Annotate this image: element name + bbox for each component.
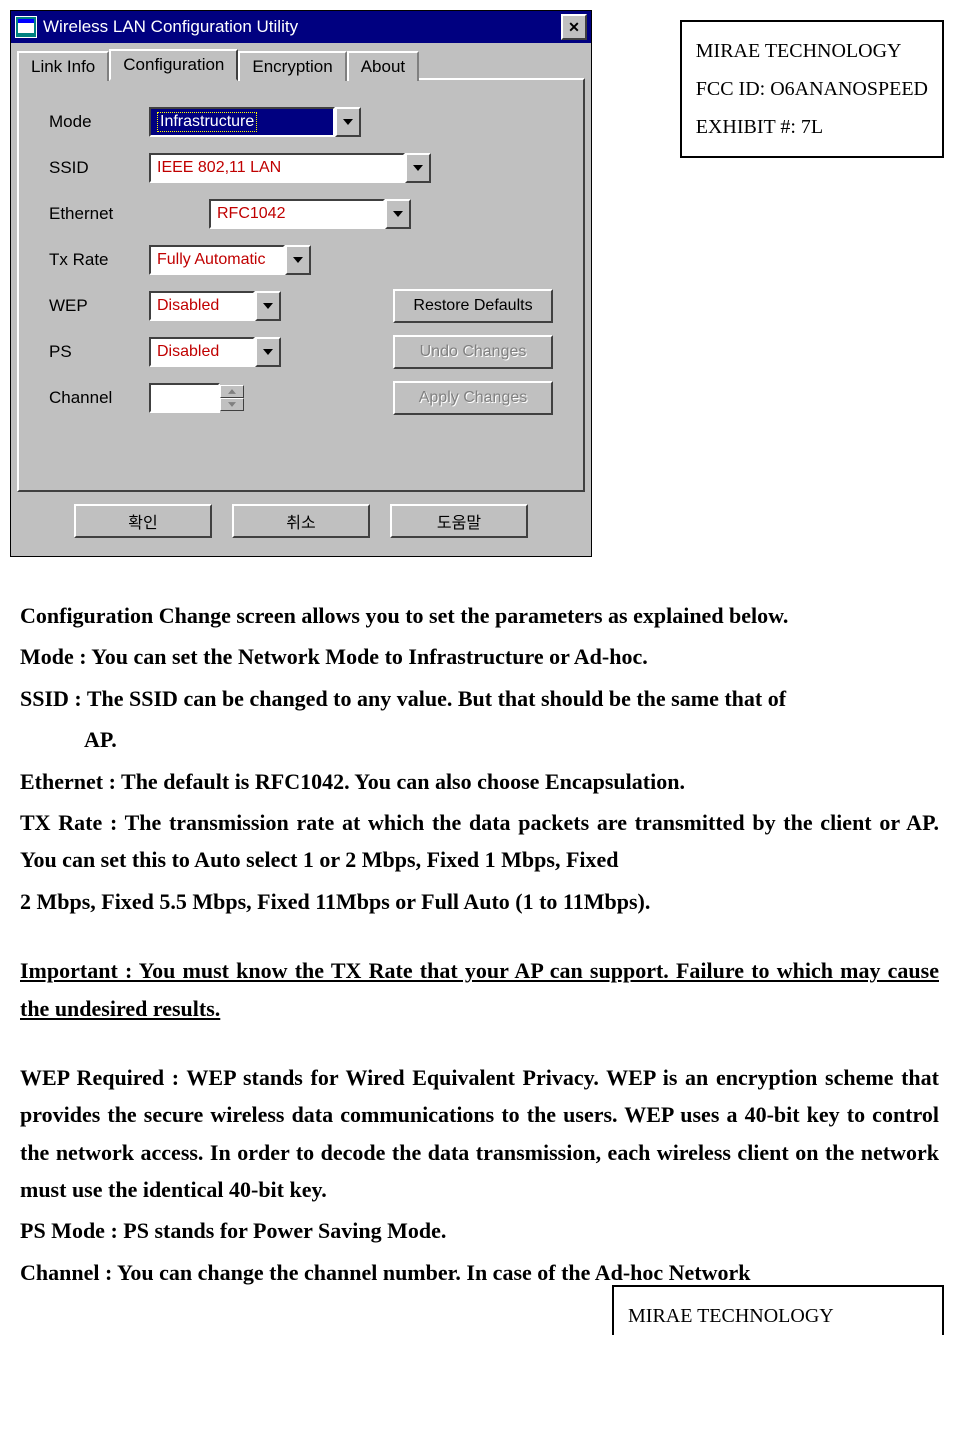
config-utility-window: Wireless LAN Configuration Utility ✕ Lin… xyxy=(10,10,592,557)
channel-spinner[interactable] xyxy=(220,385,244,411)
doc-p3a: SSID : The SSID can be changed to any va… xyxy=(20,680,939,717)
close-button[interactable]: ✕ xyxy=(561,14,587,40)
footer-info-box: MIRAE TECHNOLOGY xyxy=(612,1285,944,1335)
apply-changes-button[interactable]: Apply Changes xyxy=(393,381,553,415)
doc-p5: TX Rate : The transmission rate at which… xyxy=(20,804,939,879)
app-icon xyxy=(15,16,37,38)
chevron-down-icon xyxy=(293,257,303,263)
doc-p3b: AP. xyxy=(20,721,939,758)
ethernet-dropdown-button[interactable] xyxy=(385,199,411,229)
close-icon: ✕ xyxy=(568,19,580,36)
chevron-down-icon xyxy=(413,165,423,171)
mode-value: Infrastructure xyxy=(157,112,257,132)
doc-p6: 2 Mbps, Fixed 5.5 Mbps, Fixed 11Mbps or … xyxy=(20,883,939,920)
header-exhibit: EXHIBIT #: 7L xyxy=(696,108,928,146)
ssid-dropdown-button[interactable] xyxy=(405,153,431,183)
chevron-up-icon xyxy=(228,389,236,394)
chevron-down-icon xyxy=(263,303,273,309)
mode-combobox[interactable]: Infrastructure xyxy=(149,107,335,137)
header-info-box: MIRAE TECHNOLOGY FCC ID: O6ANANOSPEED EX… xyxy=(680,20,944,158)
doc-p1: Configuration Change screen allows you t… xyxy=(20,597,939,634)
tab-link-info[interactable]: Link Info xyxy=(17,51,109,81)
channel-label: Channel xyxy=(49,388,149,408)
ps-value: Disabled xyxy=(157,343,219,361)
ethernet-combobox[interactable]: RFC1042 xyxy=(209,199,385,229)
ps-dropdown-button[interactable] xyxy=(255,337,281,367)
tab-configuration[interactable]: Configuration xyxy=(109,49,238,81)
ps-label: PS xyxy=(49,342,149,362)
doc-p8: WEP Required : WEP stands for Wired Equi… xyxy=(20,1059,939,1209)
wep-label: WEP xyxy=(49,296,149,316)
mode-dropdown-button[interactable] xyxy=(335,107,361,137)
txrate-value: Fully Automatic xyxy=(157,251,265,269)
ssid-value: IEEE 802,11 LAN xyxy=(157,159,281,177)
ethernet-label: Ethernet xyxy=(49,204,149,224)
doc-p4: Ethernet : The default is RFC1042. You c… xyxy=(20,763,939,800)
wep-combobox[interactable]: Disabled xyxy=(149,291,255,321)
tab-encryption[interactable]: Encryption xyxy=(238,51,346,81)
chevron-down-icon xyxy=(343,119,353,125)
channel-spin-up[interactable] xyxy=(220,385,244,398)
ssid-combobox[interactable]: IEEE 802,11 LAN xyxy=(149,153,405,183)
dialog-button-row: 확인 취소 도움말 xyxy=(17,492,585,550)
chevron-down-icon xyxy=(263,349,273,355)
ethernet-value: RFC1042 xyxy=(217,205,285,223)
header-company: MIRAE TECHNOLOGY xyxy=(696,32,928,70)
channel-spin-down[interactable] xyxy=(220,398,244,411)
restore-defaults-button[interactable]: Restore Defaults xyxy=(393,289,553,323)
footer-company: MIRAE TECHNOLOGY xyxy=(628,1297,928,1335)
undo-changes-button[interactable]: Undo Changes xyxy=(393,335,553,369)
doc-important: Important : You must know the TX Rate th… xyxy=(20,952,939,1027)
ps-combobox[interactable]: Disabled xyxy=(149,337,255,367)
ssid-label: SSID xyxy=(49,158,149,178)
wep-value: Disabled xyxy=(157,297,219,315)
txrate-label: Tx Rate xyxy=(49,250,149,270)
doc-p2: Mode : You can set the Network Mode to I… xyxy=(20,638,939,675)
txrate-combobox[interactable]: Fully Automatic xyxy=(149,245,285,275)
wep-dropdown-button[interactable] xyxy=(255,291,281,321)
tab-panel-configuration: Mode Infrastructure SSID IEEE 802,11 LAN… xyxy=(17,78,585,492)
chevron-down-icon xyxy=(228,402,236,407)
titlebar[interactable]: Wireless LAN Configuration Utility ✕ xyxy=(11,11,591,43)
window-title: Wireless LAN Configuration Utility xyxy=(43,17,561,37)
channel-input[interactable] xyxy=(149,383,220,413)
tab-row: Link Info Configuration Encryption About xyxy=(17,49,585,80)
mode-label: Mode xyxy=(49,112,149,132)
document-body: Configuration Change screen allows you t… xyxy=(20,597,939,1291)
header-fccid: FCC ID: O6ANANOSPEED xyxy=(696,70,928,108)
tab-about[interactable]: About xyxy=(347,51,419,81)
txrate-dropdown-button[interactable] xyxy=(285,245,311,275)
chevron-down-icon xyxy=(393,211,403,217)
help-button[interactable]: 도움말 xyxy=(390,504,528,538)
ok-button[interactable]: 확인 xyxy=(74,504,212,538)
cancel-button[interactable]: 취소 xyxy=(232,504,370,538)
doc-p9: PS Mode : PS stands for Power Saving Mod… xyxy=(20,1212,939,1249)
